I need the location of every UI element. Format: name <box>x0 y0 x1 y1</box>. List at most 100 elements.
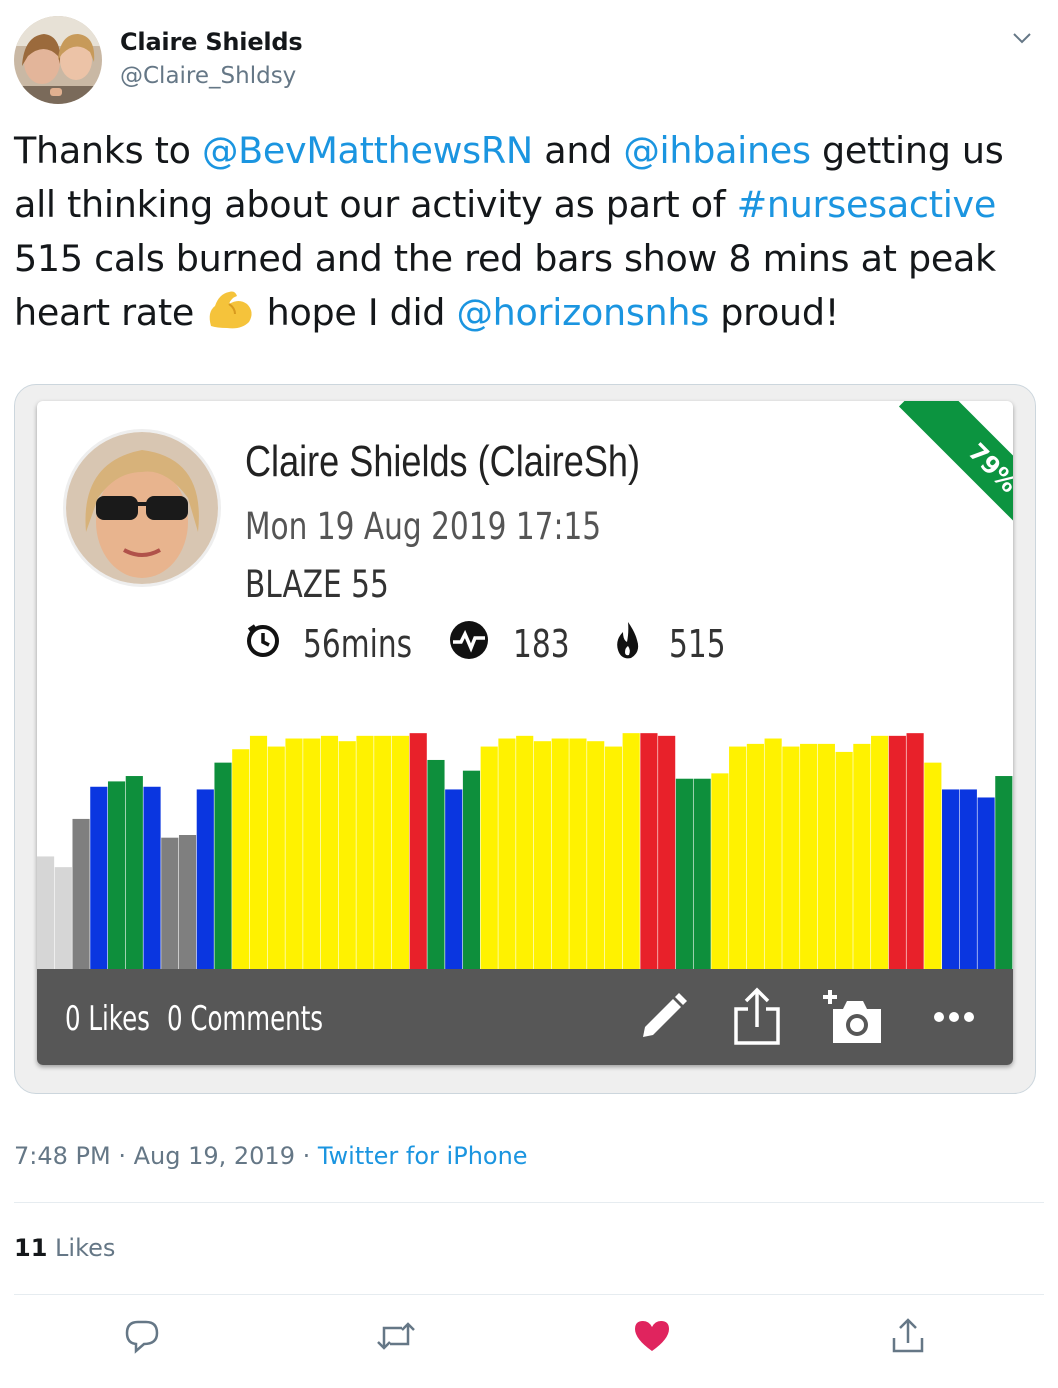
divider <box>14 1202 1044 1203</box>
tweet-meta: 7:48 PM · Aug 19, 2019 · Twitter for iPh… <box>14 1142 528 1170</box>
zone-bar-blue <box>959 789 977 969</box>
zone-bar-yellow <box>356 735 374 969</box>
add-photo-icon[interactable] <box>821 989 885 1045</box>
zone-bar-gray <box>72 818 90 969</box>
zone-bar-yellow <box>374 735 392 969</box>
tweet-text-segment: and <box>532 129 624 172</box>
tweet-text-segment: getting us <box>810 129 1004 172</box>
share-icon[interactable] <box>729 987 785 1045</box>
zone-bar-yellow <box>622 733 640 969</box>
mention-link[interactable]: @BevMatthewsRN <box>202 129 533 172</box>
zone-bar-yellow <box>480 746 498 969</box>
zone-bar-yellow <box>746 743 764 969</box>
zone-bar-yellow <box>338 741 356 969</box>
zone-bar-gray <box>161 837 179 969</box>
heart-rate-stat: 183 <box>449 619 586 669</box>
zone-bar-green <box>693 778 711 969</box>
zone-bar-yellow <box>498 738 516 969</box>
card-footer: 0 Likes 0 Comments <box>37 969 1013 1065</box>
hashtag-link[interactable]: #nursesactive <box>737 183 997 226</box>
zone-bar-lightgray <box>37 856 55 969</box>
tweet-text-segment: all thinking about our activity as part … <box>14 183 737 226</box>
zone-bar-yellow <box>871 735 889 969</box>
heart-rate-zone-chart <box>37 733 1013 969</box>
likes-summary[interactable]: 11 Likes <box>14 1234 115 1262</box>
tweet-time[interactable]: 7:48 PM <box>14 1142 111 1170</box>
tweet-date[interactable]: Aug 19, 2019 <box>134 1142 295 1170</box>
card-user-name: Claire Shields (ClaireSh) <box>245 437 641 486</box>
zone-bar-blue <box>196 789 214 969</box>
zone-bar-green <box>214 762 232 969</box>
zone-bar-red <box>640 733 658 969</box>
zone-bar-yellow <box>729 746 747 969</box>
zone-bar-blue <box>942 789 960 969</box>
tweet-text-segment: hope I did <box>255 291 457 334</box>
tweet-source-link[interactable]: Twitter for iPhone <box>318 1142 528 1170</box>
zone-bar-yellow <box>551 738 569 969</box>
zone-bar-yellow <box>817 743 835 969</box>
card-class-name: BLAZE 55 <box>245 563 389 606</box>
heart-rate-value: 183 <box>513 622 570 666</box>
mention-link[interactable]: @horizonsnhs <box>456 291 709 334</box>
tweet-text: Thanks to @BevMatthewsRN and @ihbaines g… <box>14 124 1044 345</box>
zone-bar-yellow <box>267 746 285 969</box>
tweet-text-segment: Thanks to <box>14 129 202 172</box>
flexed-biceps-icon <box>205 286 255 345</box>
zone-bar-yellow <box>924 762 942 969</box>
attached-image[interactable]: Claire Shields (ClaireSh) Mon 19 Aug 201… <box>14 384 1036 1094</box>
zone-bar-yellow <box>853 743 871 969</box>
zone-bar-red <box>906 733 924 969</box>
calories-stat: 515 <box>615 619 742 669</box>
zone-bar-yellow <box>569 738 587 969</box>
edit-pencil-icon[interactable] <box>635 989 691 1045</box>
zone-bar-green <box>675 778 693 969</box>
likes-count: 11 <box>14 1234 48 1262</box>
zone-bar-blue <box>977 797 995 969</box>
zone-bar-red <box>658 735 676 969</box>
card-comments-count[interactable]: 0 Comments <box>167 999 323 1039</box>
duration-stat: 56mins <box>245 619 443 669</box>
share-tweet-icon[interactable] <box>888 1316 928 1356</box>
author-name[interactable]: Claire Shields <box>120 28 303 56</box>
zone-bar-green <box>107 781 126 969</box>
likes-label: Likes <box>47 1234 116 1262</box>
zone-bar-yellow <box>516 735 534 969</box>
zone-bar-yellow <box>232 749 250 969</box>
mention-link[interactable]: @ihbaines <box>623 129 811 172</box>
zone-bar-green <box>427 759 445 969</box>
zone-bar-yellow <box>782 746 800 969</box>
zone-bar-blue <box>143 786 161 969</box>
reply-icon[interactable] <box>122 1316 162 1356</box>
card-date: Mon 19 Aug 2019 17:15 <box>245 505 602 548</box>
divider <box>14 1294 1044 1295</box>
calories-value: 515 <box>669 622 726 666</box>
timer-icon <box>245 622 281 667</box>
like-heart-icon[interactable] <box>632 1316 672 1356</box>
flame-icon <box>615 620 641 669</box>
zone-bar-green <box>125 776 143 969</box>
zone-bar-blue <box>90 786 108 969</box>
meta-separator: · <box>294 1142 318 1170</box>
zone-bar-blue <box>445 789 463 969</box>
workout-card: Claire Shields (ClaireSh) Mon 19 Aug 201… <box>37 401 1013 1065</box>
zone-bar-yellow <box>391 735 410 969</box>
zone-bar-yellow <box>764 738 782 969</box>
zone-bar-yellow <box>249 735 268 969</box>
card-avatar <box>63 429 221 587</box>
author-avatar[interactable] <box>14 16 102 104</box>
zone-bar-yellow <box>711 773 729 969</box>
zone-bar-yellow <box>800 743 818 969</box>
more-options-icon[interactable] <box>929 989 979 1045</box>
tweet-text-line: 515 cals burned and the red bars show 8 … <box>14 237 996 280</box>
chevron-down-icon[interactable] <box>1010 26 1034 50</box>
meta-separator: · <box>110 1142 134 1170</box>
zone-bar-yellow <box>587 741 605 969</box>
retweet-icon[interactable] <box>376 1316 416 1356</box>
tweet-text-segment: proud! <box>708 291 840 334</box>
zone-bar-yellow <box>533 741 552 969</box>
zone-bar-lightgray <box>54 867 72 969</box>
author-handle[interactable]: @Claire_Shldsy <box>120 63 296 89</box>
card-likes-count[interactable]: 0 Likes <box>65 999 150 1039</box>
zone-bar-gray <box>178 835 197 969</box>
heart-rate-icon <box>449 620 489 669</box>
